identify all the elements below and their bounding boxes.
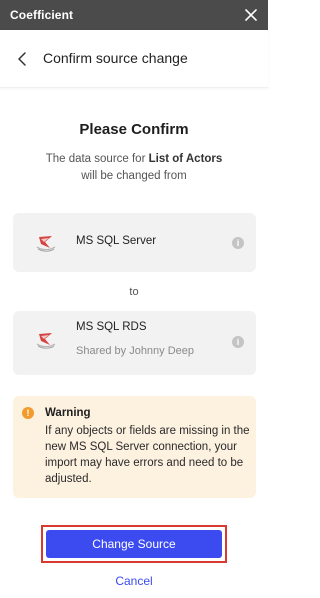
change-source-button[interactable]: Change Source [46,530,222,558]
back-chevron-icon[interactable] [16,51,28,67]
change-source-highlight: Change Source [41,525,227,563]
close-icon[interactable] [243,7,259,23]
description-suffix: will be changed from [81,170,187,182]
confirm-heading: Please Confirm [79,121,189,138]
sql-server-logo-icon [36,236,56,252]
warning-text: If any objects or fields are missing in … [45,425,250,485]
connector-text: to [129,286,139,298]
info-icon[interactable]: i [232,336,244,348]
warning-banner: ! Warning If any objects or fields are m… [13,396,256,498]
description-dataset-name: List of Actors [148,153,223,165]
description-prefix: The data source for [45,153,149,165]
source-to-owner: Shared by Johnny Deep [76,345,195,357]
app-title: Coefficient [10,8,74,22]
cancel-link[interactable]: Cancel [0,574,268,588]
source-from-card: MS SQL Server i [13,213,256,272]
confirm-description: The data source for List of Actors will … [20,151,248,185]
source-from-name: MS SQL Server [76,235,157,247]
warning-icon: ! [22,407,34,419]
page-title: Confirm source change [43,50,188,66]
source-to-name: MS SQL RDS [76,321,147,333]
warning-title: Warning [45,407,91,419]
sql-server-logo-icon [36,333,56,349]
page-header: Confirm source change [0,30,268,88]
app-title-bar: Coefficient [0,0,268,30]
info-icon[interactable]: i [232,237,244,249]
source-to-card: MS SQL RDS Shared by Johnny Deep i [13,311,256,375]
